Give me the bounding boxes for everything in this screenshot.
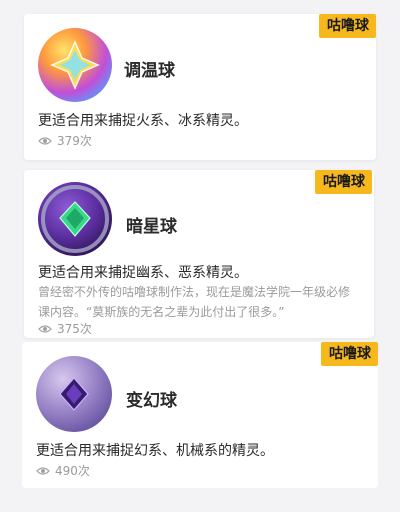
category-tag: 咕噜球 <box>319 14 376 38</box>
view-count-text: 379次 <box>57 134 92 148</box>
item-card-3[interactable]: 咕噜球 变幻球 更适合用来捕捉幻系、机械系的精灵。 490次 <box>22 342 378 488</box>
shifting-ball-image <box>36 356 112 432</box>
view-count-text: 490次 <box>55 464 90 478</box>
dark-star-ball-image <box>38 182 112 256</box>
item-card-2[interactable]: 咕噜球 暗星球 更适合用来捕捉幽系、恶系精灵。 曾经密不外传的咕噜球制作法，现在… <box>24 170 374 338</box>
item-description: 更适合用来捕捉幻系、机械系的精灵。 <box>36 443 274 459</box>
item-title: 调温球 <box>124 61 175 81</box>
view-count-text: 375次 <box>57 322 92 336</box>
eye-icon <box>38 136 52 145</box>
thermo-ball-image <box>38 28 112 102</box>
item-title: 变幻球 <box>126 391 177 411</box>
item-description: 更适合用来捕捉幽系、恶系精灵。 <box>38 265 248 281</box>
eye-icon <box>36 466 50 475</box>
item-card-1[interactable]: 咕噜球 调温球 更适合用来捕捉火系、冰系精灵。 379次 <box>24 14 376 160</box>
view-count: 490次 <box>36 462 90 479</box>
category-tag: 咕噜球 <box>315 170 372 194</box>
item-lore-text: 曾经密不外传的咕噜球制作法，现在是魔法学院一年级必修课内容。“莫斯族的无名之辈为… <box>38 285 351 319</box>
item-title: 暗星球 <box>126 217 177 237</box>
category-tag: 咕噜球 <box>321 342 378 366</box>
eye-icon <box>38 324 52 333</box>
item-description: 更适合用来捕捉火系、冰系精灵。 <box>38 113 248 129</box>
view-count: 375次 <box>38 320 92 337</box>
view-count: 379次 <box>38 132 92 149</box>
